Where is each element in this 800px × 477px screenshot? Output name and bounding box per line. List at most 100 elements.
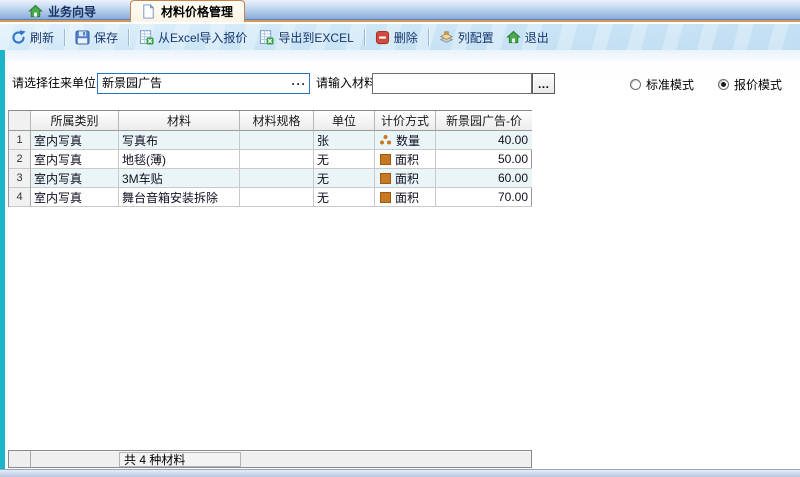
cell-price[interactable]: 50.00 <box>436 150 532 169</box>
area-square-icon <box>380 153 391 165</box>
toolbar-separator <box>128 28 130 46</box>
partner-label: 请选择往来单位 <box>12 76 97 90</box>
button-label: 刷新 <box>30 30 55 45</box>
row-number: 3 <box>9 169 31 188</box>
material-browse-button[interactable]: … <box>532 73 555 94</box>
cell-spec[interactable] <box>240 188 314 207</box>
tab-material-price-management[interactable]: 材料价格管理 <box>130 0 245 22</box>
toolbar: 刷新 保存 从Excel导入报价 导出到EXCEL 删除 列配置 退出 <box>0 24 800 50</box>
tab-label: 材料价格管理 <box>161 5 234 19</box>
row-number: 1 <box>9 131 31 150</box>
cell-material[interactable]: 舞台音箱安装拆除 <box>119 188 240 207</box>
radio-selected-icon <box>718 79 729 90</box>
refresh-button[interactable]: 刷新 <box>5 26 60 48</box>
refresh-icon <box>11 29 26 45</box>
material-count-status: 共 4 种材料 <box>119 452 241 467</box>
radio-unselected-icon <box>630 79 641 90</box>
table-footer: 共 4 种材料 <box>8 450 532 468</box>
cell-spec[interactable] <box>240 169 314 188</box>
save-button[interactable]: 保存 <box>69 26 124 48</box>
cell-price[interactable]: 70.00 <box>436 188 532 207</box>
toolbar-separator <box>427 28 429 46</box>
button-label: 退出 <box>524 30 549 45</box>
delete-button[interactable]: 删除 <box>369 26 424 48</box>
pricing-label: 面积 <box>395 171 420 186</box>
cell-pricing-method[interactable]: 面积 <box>375 169 436 188</box>
cell-spec[interactable] <box>240 131 314 150</box>
header-unit[interactable]: 单位 <box>314 111 375 131</box>
cell-unit[interactable]: 无 <box>314 150 375 169</box>
excel-import-icon <box>139 29 154 45</box>
pricing-label: 面积 <box>395 152 420 167</box>
save-icon <box>75 29 90 45</box>
cell-unit[interactable]: 无 <box>314 169 375 188</box>
cell-material[interactable]: 写真布 <box>119 131 240 150</box>
table-header-row: 所属类别 材料 材料规格 单位 计价方式 新景园广告-价 <box>9 111 532 131</box>
area-square-icon <box>380 191 391 203</box>
cell-pricing-method[interactable]: 数量 <box>375 131 436 150</box>
excel-export-icon <box>259 29 274 45</box>
material-input[interactable] <box>372 73 532 94</box>
header-pricing-method[interactable]: 计价方式 <box>375 111 436 131</box>
radio-standard-label: 标准模式 <box>646 78 695 92</box>
partner-ellipsis-icon[interactable]: ··· <box>289 77 309 91</box>
cell-spec[interactable] <box>240 150 314 169</box>
header-material[interactable]: 材料 <box>119 111 240 131</box>
cell-category[interactable]: 室内写真 <box>31 169 119 188</box>
button-label: 导出到EXCEL <box>278 30 354 45</box>
document-icon <box>141 4 156 19</box>
pricing-label: 数量 <box>396 133 421 148</box>
header-spec[interactable]: 材料规格 <box>240 111 314 131</box>
cell-price[interactable]: 40.00 <box>436 131 532 150</box>
left-accent-strip <box>0 50 5 469</box>
row-number: 2 <box>9 150 31 169</box>
radio-quote-mode[interactable]: 报价模式 <box>718 76 782 93</box>
radio-quote-label: 报价模式 <box>734 78 783 92</box>
header-corner-cell <box>9 111 31 131</box>
cell-unit[interactable]: 无 <box>314 188 375 207</box>
cell-material[interactable]: 3M车贴 <box>119 169 240 188</box>
footer-corner-cell <box>9 451 31 467</box>
area-square-icon <box>380 172 391 184</box>
materials-table: 所属类别 材料 材料规格 单位 计价方式 新景园广告-价 1 室内写真 写真布 … <box>8 110 532 207</box>
toolbar-separator <box>363 28 365 46</box>
table-row[interactable]: 1 室内写真 写真布 张 数量 40.00 <box>9 131 532 150</box>
import-from-excel-button[interactable]: 从Excel导入报价 <box>133 26 253 48</box>
table-row[interactable]: 3 室内写真 3M车贴 无 面积 60.00 <box>9 169 532 188</box>
radio-standard-mode[interactable]: 标准模式 <box>630 76 694 93</box>
cell-price[interactable]: 60.00 <box>436 169 532 188</box>
button-label: 列配置 <box>457 30 494 45</box>
tab-label: 业务向导 <box>48 5 97 19</box>
cell-pricing-method[interactable]: 面积 <box>375 150 436 169</box>
export-to-excel-button[interactable]: 导出到EXCEL <box>253 26 359 48</box>
tab-business-wizard[interactable]: 业务向导 <box>18 1 106 22</box>
cell-category[interactable]: 室内写真 <box>31 150 119 169</box>
content-area: 请选择往来单位 新景园广告 ··· 请输入材料 … 标准模式 报价模式 所属类别… <box>0 50 800 469</box>
delete-icon <box>375 30 390 45</box>
quantity-dots-icon <box>380 135 391 145</box>
cell-material[interactable]: 地毯(薄) <box>119 150 240 169</box>
house-icon <box>28 4 43 19</box>
toolbar-separator <box>64 28 66 46</box>
table-row[interactable]: 2 室内写真 地毯(薄) 无 面积 50.00 <box>9 150 532 169</box>
pricing-label: 面积 <box>395 190 420 205</box>
column-config-button[interactable]: 列配置 <box>433 26 500 48</box>
button-label: 删除 <box>393 30 418 45</box>
partner-value: 新景园广告 <box>102 76 163 90</box>
table-row[interactable]: 4 室内写真 舞台音箱安装拆除 无 面积 70.00 <box>9 188 532 207</box>
tab-bar: 业务向导 材料价格管理 <box>0 0 800 22</box>
cell-pricing-method[interactable]: 面积 <box>375 188 436 207</box>
row-number: 4 <box>9 188 31 207</box>
cell-unit[interactable]: 张 <box>314 131 375 150</box>
column-config-icon <box>439 30 454 45</box>
exit-button[interactable]: 退出 <box>500 26 555 48</box>
header-category[interactable]: 所属类别 <box>31 111 119 131</box>
partner-combobox[interactable]: 新景园广告 ··· <box>97 73 310 94</box>
cell-category[interactable]: 室内写真 <box>31 188 119 207</box>
button-label: 保存 <box>94 30 119 45</box>
window-bottom-edge <box>0 469 800 477</box>
cell-category[interactable]: 室内写真 <box>31 131 119 150</box>
header-price[interactable]: 新景园广告-价 <box>436 111 532 131</box>
material-label: 请输入材料 <box>316 76 377 90</box>
app-window: 业务向导 材料价格管理 刷新 保存 从Excel导入报价 导出到EXCEL 删除… <box>0 0 800 477</box>
